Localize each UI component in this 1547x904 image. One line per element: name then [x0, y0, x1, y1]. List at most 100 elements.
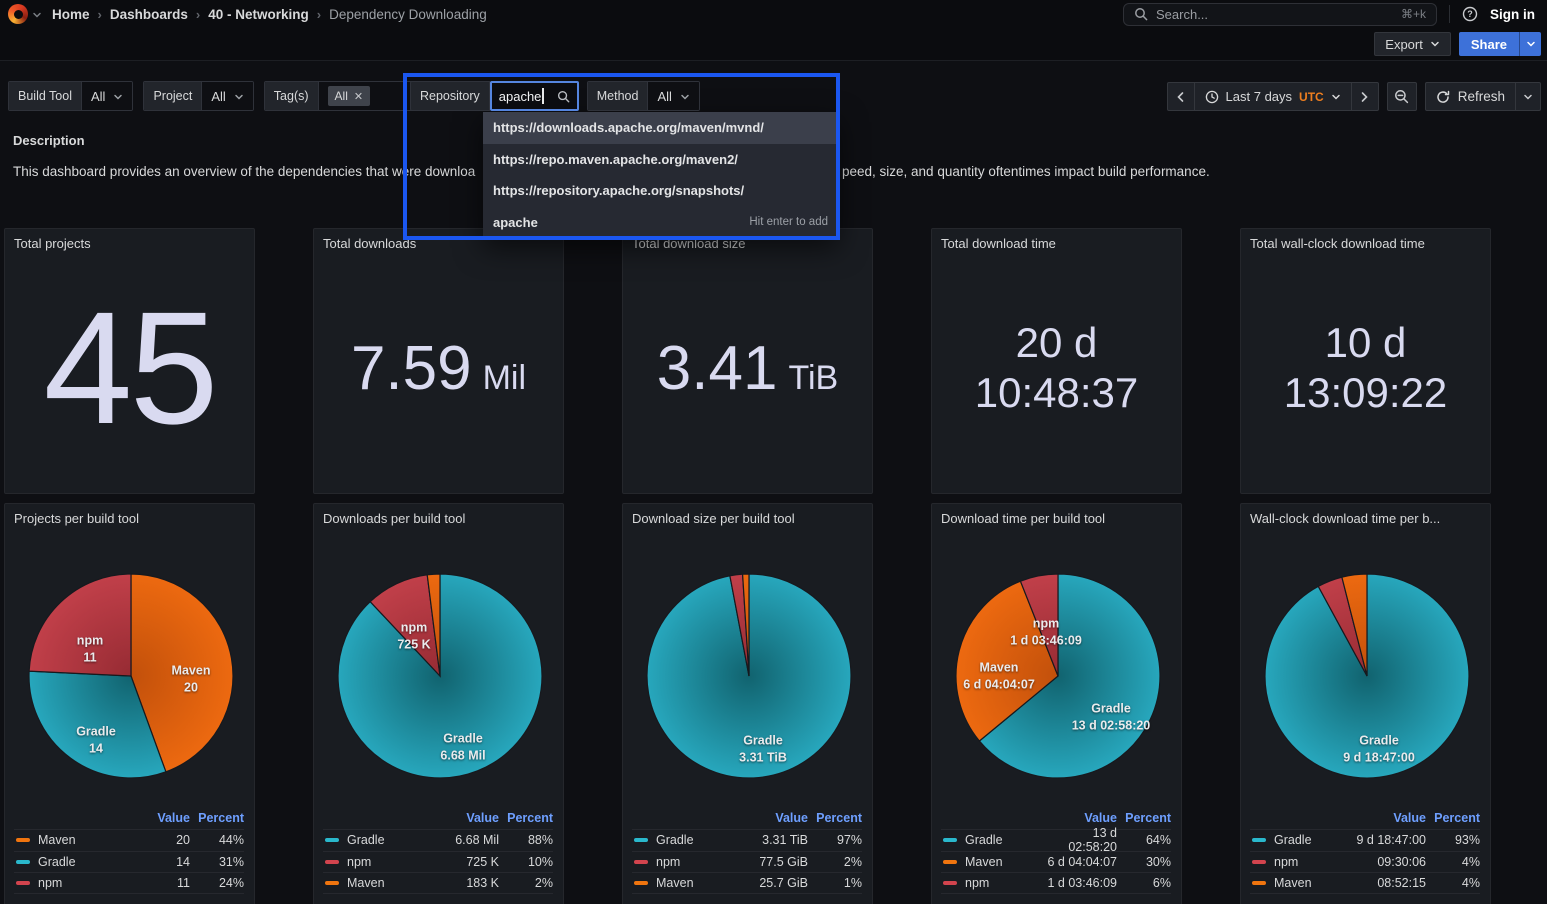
sign-in-button[interactable]: Sign in: [1490, 7, 1535, 22]
suggestion-item[interactable]: https://repo.maven.apache.org/maven2/: [483, 144, 838, 176]
stat-panel-total-download-size: Total download size 3.41 TiB: [622, 228, 873, 494]
stat-value: 7.59: [351, 333, 472, 404]
legend-percent: 31%: [190, 855, 244, 869]
legend-row[interactable]: Gradle6.68 Mil88%: [323, 829, 553, 851]
dashboard-toolbar: Export Share: [0, 28, 1547, 61]
zoom-out-button[interactable]: [1387, 82, 1417, 111]
legend-percent: 2%: [499, 876, 553, 890]
breadcrumb-dashboards[interactable]: Dashboards: [110, 7, 188, 22]
divider: [1449, 5, 1450, 23]
export-button[interactable]: Export: [1374, 32, 1451, 56]
legend-header-percent[interactable]: Percent: [808, 811, 862, 825]
legend-row[interactable]: npm77.5 GiB2%: [632, 851, 862, 873]
legend-label: Gradle: [965, 833, 1003, 847]
suggestion-item-custom[interactable]: apache Hit enter to add: [483, 207, 838, 239]
legend-swatch: [943, 881, 957, 885]
legend-header-value[interactable]: Value: [429, 811, 499, 825]
legend-row[interactable]: npm1 d 03:46:096%: [941, 872, 1171, 894]
legend-header-percent[interactable]: Percent: [190, 811, 244, 825]
filter-tags-chip[interactable]: All ✕: [328, 86, 371, 106]
timezone-label: UTC: [1299, 90, 1324, 104]
legend-label: npm: [656, 855, 680, 869]
pie-slice-label: npm11: [77, 633, 103, 666]
legend-row[interactable]: Gradle9 d 18:47:0093%: [1250, 829, 1480, 851]
suggestion-custom-value: apache: [493, 215, 538, 230]
share-menu-chevron[interactable]: [1519, 32, 1541, 56]
stat-value-line1: 20 d: [975, 318, 1139, 368]
share-button[interactable]: Share: [1459, 32, 1519, 56]
filter-method-select[interactable]: All: [648, 82, 698, 110]
legend-row[interactable]: Maven08:52:154%: [1250, 872, 1480, 894]
legend-header: ValuePercent: [323, 807, 553, 829]
breadcrumb-folder[interactable]: 40 - Networking: [208, 7, 309, 22]
legend-row[interactable]: npm725 K10%: [323, 851, 553, 873]
legend-swatch: [16, 881, 30, 885]
legend-value: 09:30:06: [1356, 855, 1426, 869]
filter-project-label: Project: [144, 82, 202, 110]
legend-swatch: [634, 860, 648, 864]
legend-percent: 64%: [1117, 833, 1171, 847]
close-icon[interactable]: ✕: [354, 90, 363, 103]
refresh-interval-chevron[interactable]: [1515, 82, 1541, 111]
stat-panel-total-projects: Total projects 45: [4, 228, 255, 494]
stat-panel-total-wallclock-time: Total wall-clock download time 10 d 13:0…: [1240, 228, 1491, 494]
pie-slice-label: npm725 K: [397, 620, 430, 653]
legend-swatch: [16, 838, 30, 842]
filter-project-select[interactable]: All: [202, 82, 252, 110]
legend-row[interactable]: Maven25.7 GiB1%: [632, 872, 862, 894]
legend-header-value[interactable]: Value: [120, 811, 190, 825]
suggestion-url: https://downloads.apache.org/maven/mvnd/: [493, 120, 764, 135]
legend-value: 6.68 Mil: [429, 833, 499, 847]
suggestion-item[interactable]: https://downloads.apache.org/maven/mvnd/: [483, 112, 838, 144]
refresh-button[interactable]: Refresh: [1425, 82, 1516, 111]
legend-header-percent[interactable]: Percent: [1117, 811, 1171, 825]
legend-swatch: [16, 860, 30, 864]
breadcrumb-separator: ›: [317, 7, 321, 22]
legend-row[interactable]: Gradle1431%: [14, 851, 244, 873]
legend-row[interactable]: npm09:30:064%: [1250, 851, 1480, 873]
legend-header-value[interactable]: Value: [1047, 811, 1117, 825]
help-icon[interactable]: ?: [1462, 6, 1478, 22]
pie-slice-label: Gradle3.31 TiB: [739, 733, 787, 766]
legend-header: ValuePercent: [1250, 807, 1480, 829]
filter-repository-label: Repository: [410, 81, 490, 111]
time-shift-back-button[interactable]: [1167, 82, 1195, 111]
filter-project: Project All: [143, 81, 253, 111]
legend-row[interactable]: Maven183 K2%: [323, 872, 553, 894]
legend-header-percent[interactable]: Percent: [499, 811, 553, 825]
legend-label: Gradle: [1274, 833, 1312, 847]
suggestion-item[interactable]: https://repository.apache.org/snapshots/: [483, 175, 838, 207]
legend-row[interactable]: npm1124%: [14, 872, 244, 894]
stat-panel-total-download-time: Total download time 20 d 10:48:37: [931, 228, 1182, 494]
legend-value: 1 d 03:46:09: [1047, 876, 1117, 890]
grafana-logo-icon[interactable]: [8, 4, 28, 24]
legend: ValuePercent Gradle13 d 02:58:2064% Maven 6…: [941, 807, 1171, 894]
legend-label: Maven: [965, 855, 1003, 869]
legend-row[interactable]: Gradle13 d 02:58:2064%: [941, 829, 1171, 851]
time-controls: Last 7 days UTC Refresh: [1167, 82, 1541, 111]
filter-build-tool: Build Tool All: [8, 81, 133, 111]
legend-value: 6 d 04:04:07: [1047, 855, 1117, 869]
legend-header-value[interactable]: Value: [1356, 811, 1426, 825]
legend-row[interactable]: Maven2044%: [14, 829, 244, 851]
legend-label: Maven: [38, 833, 76, 847]
legend-row[interactable]: Gradle3.31 TiB97%: [632, 829, 862, 851]
legend: ValuePercent Maven2044%Gradle1431%npm1124…: [14, 807, 244, 894]
time-shift-forward-button[interactable]: [1351, 82, 1379, 111]
chevron-down-icon: [113, 92, 123, 102]
filter-build-tool-select[interactable]: All: [82, 82, 132, 110]
repository-input[interactable]: apache: [490, 81, 579, 111]
time-range-picker[interactable]: Last 7 days UTC: [1194, 82, 1352, 111]
legend-header-percent[interactable]: Percent: [1426, 811, 1480, 825]
stat-unit: TiB: [788, 359, 838, 398]
legend-value: 25.7 GiB: [738, 876, 808, 890]
chevron-down-icon[interactable]: [32, 10, 42, 20]
chevron-down-icon: [1331, 92, 1341, 102]
filter-tags-chip-label: All: [335, 89, 348, 103]
breadcrumb-home[interactable]: Home: [52, 7, 90, 22]
legend-percent: 24%: [190, 876, 244, 890]
clock-icon: [1205, 90, 1219, 104]
legend-header-value[interactable]: Value: [738, 811, 808, 825]
search-input[interactable]: Search... ⌘+k: [1123, 3, 1437, 26]
repository-input-value: apache: [499, 89, 542, 104]
